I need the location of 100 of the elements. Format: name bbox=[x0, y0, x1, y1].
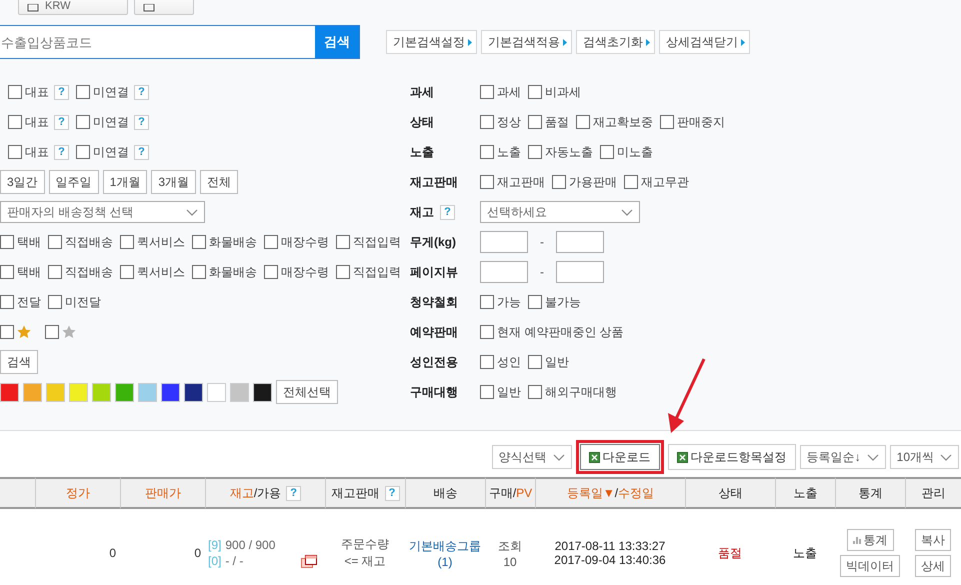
checkbox-option[interactable]: 미연결 ? bbox=[76, 84, 149, 100]
color-swatch[interactable] bbox=[115, 382, 134, 402]
checkbox-option[interactable]: 대표 ? bbox=[8, 144, 69, 160]
checkbox-option[interactable]: 퀵서비스 bbox=[120, 264, 185, 280]
color-swatch[interactable] bbox=[46, 382, 65, 402]
detail-button[interactable]: 상세 bbox=[915, 555, 951, 577]
column-header[interactable]: 노출 bbox=[775, 477, 835, 509]
star-checkbox[interactable] bbox=[0, 325, 31, 339]
search-button[interactable]: 검색 bbox=[0, 350, 38, 374]
checkbox-option[interactable]: 미노출 bbox=[600, 144, 653, 160]
period-button[interactable]: 전체 bbox=[200, 170, 238, 194]
stock-select[interactable]: 선택하세요 bbox=[480, 201, 640, 223]
checkbox-option[interactable]: 재고확보중 bbox=[576, 114, 653, 130]
dropdown[interactable]: 등록일순↓ bbox=[800, 445, 886, 469]
checkbox-option[interactable]: 일반 bbox=[480, 384, 521, 400]
checkbox-option[interactable]: 매장수령 bbox=[264, 264, 329, 280]
period-button[interactable]: 3개월 bbox=[151, 170, 196, 194]
search-button[interactable]: 검색 bbox=[315, 26, 359, 58]
checkbox-option[interactable]: 택배 bbox=[0, 264, 41, 280]
color-swatch[interactable] bbox=[92, 382, 111, 402]
star-checkbox[interactable] bbox=[45, 325, 76, 339]
copy-button[interactable]: 복사 bbox=[915, 529, 951, 551]
period-button[interactable]: 일주일 bbox=[48, 170, 99, 194]
checkbox-option[interactable]: 대표 ? bbox=[8, 84, 69, 100]
checkbox-option[interactable]: 품절 bbox=[528, 114, 569, 130]
checkbox-option[interactable]: 자동노출 bbox=[528, 144, 593, 160]
checkbox-option[interactable]: 직접배송 bbox=[48, 234, 113, 250]
checkbox-option[interactable]: 화물배송 bbox=[192, 234, 257, 250]
spreadsheet-icon bbox=[588, 452, 600, 462]
color-swatch[interactable] bbox=[69, 382, 88, 402]
column-header[interactable]: 상태 bbox=[685, 477, 775, 509]
max-input[interactable] bbox=[556, 231, 604, 253]
checkbox-option[interactable]: 일반 bbox=[528, 354, 569, 370]
checkbox-option[interactable]: 가용판매 bbox=[552, 174, 617, 190]
max-input[interactable] bbox=[556, 261, 604, 283]
search-option-button[interactable]: 기본검색적용 bbox=[481, 30, 572, 54]
shipping-policy-select[interactable]: 판매자의 배송정책 선택 bbox=[0, 201, 205, 223]
checkbox-option[interactable]: 미연결 ? bbox=[76, 144, 149, 160]
search-option-button[interactable]: 상세검색닫기 bbox=[659, 30, 750, 54]
shipping-link[interactable]: 기본배송그룹 (1) bbox=[409, 538, 481, 568]
checkbox-option[interactable]: 퀵서비스 bbox=[120, 234, 185, 250]
search-option-button[interactable]: 기본검색설정 bbox=[386, 30, 477, 54]
checkbox-option[interactable]: 전달 bbox=[0, 294, 41, 310]
checkbox-option[interactable]: 현재 예약판매중인 상품 bbox=[480, 324, 624, 340]
checkbox-option[interactable]: 노출 bbox=[480, 144, 521, 160]
column-header[interactable]: 구매/PV bbox=[485, 477, 535, 509]
checkbox-option[interactable]: 가능 bbox=[480, 294, 521, 310]
checkbox-option[interactable]: 택배 bbox=[0, 234, 41, 250]
checkbox-option[interactable]: 비과세 bbox=[528, 84, 581, 100]
color-swatch[interactable] bbox=[161, 382, 180, 402]
column-header[interactable]: 등록일▼/수정일 bbox=[535, 477, 685, 509]
min-input[interactable] bbox=[480, 231, 528, 253]
document-icon bbox=[143, 4, 155, 12]
column-header[interactable]: 배송 bbox=[405, 477, 485, 509]
select-all-button[interactable]: 전체선택 bbox=[276, 380, 338, 404]
status-text: 품절 bbox=[718, 544, 742, 562]
filter-label: 무게(kg) bbox=[410, 234, 456, 250]
dropdown[interactable]: 양식선택 bbox=[492, 445, 572, 469]
min-input[interactable] bbox=[480, 261, 528, 283]
checkbox-option[interactable]: 매장수령 bbox=[264, 234, 329, 250]
checkbox-option[interactable]: 불가능 bbox=[528, 294, 581, 310]
color-swatch[interactable] bbox=[230, 382, 249, 402]
column-header[interactable]: 재고판매 ? bbox=[325, 477, 405, 509]
checkbox-option[interactable]: 성인 bbox=[480, 354, 521, 370]
checkbox-option[interactable]: 정상 bbox=[480, 114, 521, 130]
checkbox-option[interactable]: 직접배송 bbox=[48, 264, 113, 280]
color-swatch[interactable] bbox=[0, 382, 19, 402]
checkbox-option[interactable]: 재고판매 bbox=[480, 174, 545, 190]
checkbox-option[interactable]: 미연결 ? bbox=[76, 114, 149, 130]
period-button[interactable]: 1개월 bbox=[102, 170, 148, 194]
column-header[interactable]: 재고/가용 ? bbox=[205, 477, 325, 509]
column-header[interactable]: 통계 bbox=[835, 477, 905, 509]
filter-label: 재고판매 bbox=[410, 174, 458, 190]
currency-button[interactable]: KRW bbox=[18, 0, 128, 15]
stats-button[interactable]: 통계 bbox=[846, 529, 894, 551]
checkbox-option[interactable]: 직접입력 bbox=[336, 234, 401, 250]
search-field[interactable]: 수출입상품코드 검색 bbox=[0, 25, 360, 59]
color-swatch[interactable] bbox=[253, 382, 272, 402]
color-swatch[interactable] bbox=[23, 382, 42, 402]
checkbox-option[interactable]: 재고무관 bbox=[624, 174, 689, 190]
table-cell: 조회 10 bbox=[498, 538, 522, 568]
checkbox-option[interactable]: 직접입력 bbox=[336, 264, 401, 280]
color-swatch[interactable] bbox=[207, 382, 226, 402]
dropdown[interactable]: 10개씩 bbox=[890, 445, 959, 469]
big-data-button[interactable]: 빅데이터 bbox=[840, 555, 900, 577]
checkbox-option[interactable]: 미전달 bbox=[48, 294, 101, 310]
period-button[interactable]: 3일간 bbox=[0, 170, 45, 194]
range-separator: - bbox=[540, 265, 544, 279]
search-option-button[interactable]: 검색초기화 bbox=[576, 30, 655, 54]
checkbox-option[interactable]: 화물배송 bbox=[192, 264, 257, 280]
color-swatch[interactable] bbox=[138, 382, 157, 402]
color-swatch[interactable] bbox=[184, 382, 203, 402]
checkbox-option[interactable]: 판매중지 bbox=[660, 114, 725, 130]
checkbox-option[interactable]: 해외구매대행 bbox=[528, 384, 617, 400]
popup-window-icon[interactable] bbox=[301, 555, 317, 568]
checkbox-option[interactable]: 과세 bbox=[480, 84, 521, 100]
checkbox-option[interactable]: 대표 ? bbox=[8, 114, 69, 130]
column-header[interactable]: 관리 bbox=[905, 477, 961, 509]
document-icon bbox=[27, 4, 39, 12]
download-button[interactable]: 다운로드항목설정 bbox=[668, 444, 796, 470]
